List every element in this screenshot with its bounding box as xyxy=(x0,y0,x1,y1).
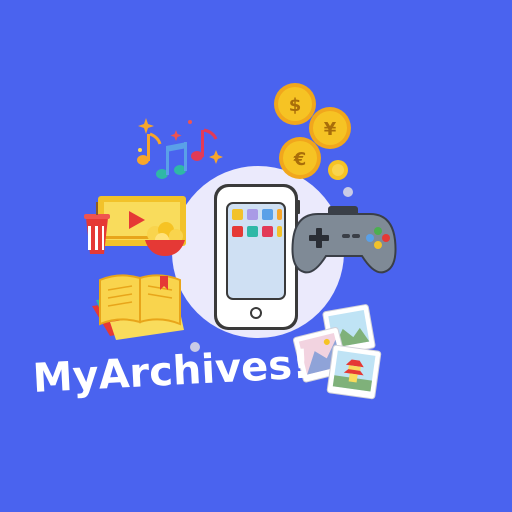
game-controller-icon xyxy=(291,206,397,274)
coins-icon: $ ¥ € xyxy=(274,83,351,180)
decor-dot xyxy=(343,187,353,197)
logo-canvas: $ ¥ € MyArchives! xyxy=(0,0,512,512)
music-notes-icon xyxy=(137,118,223,179)
books-icon xyxy=(92,274,184,340)
smartphone-icon xyxy=(214,184,300,330)
svg-text:¥: ¥ xyxy=(324,119,337,140)
svg-text:$: $ xyxy=(289,95,302,116)
svg-text:€: € xyxy=(293,149,307,170)
logo-illustration: $ ¥ € xyxy=(84,83,397,400)
